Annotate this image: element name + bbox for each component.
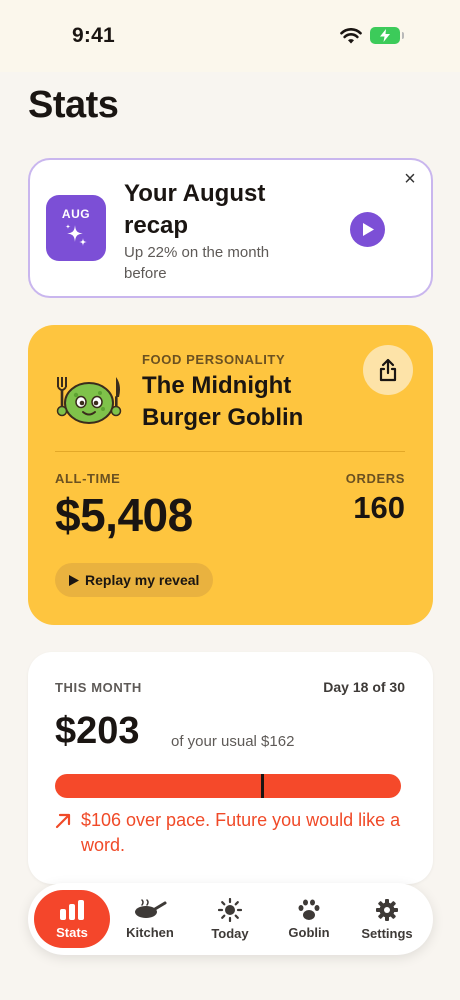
this-month-label: THIS MONTH [55,680,142,695]
sparkle-icon [65,224,87,246]
recap-badge-month: AUG [61,207,91,221]
food-personality-name: The Midnight Burger Goblin [142,372,304,431]
share-button[interactable] [363,345,413,395]
close-icon[interactable]: × [399,168,421,190]
orders-value: 160 [353,490,405,525]
tab-label: Settings [361,925,413,941]
tab-stats[interactable]: Stats [34,890,110,948]
divider [55,451,405,452]
sun-icon [218,897,242,922]
food-personality-card: FOOD PERSONALITY The Midnight Burger Gob… [28,325,433,625]
pace-warning: $106 over pace. Future you would like a … [55,808,405,858]
pan-icon [135,898,167,918]
bar-chart-icon [60,899,84,920]
recap-card[interactable]: AUG Your August recap Up 22% on the mont… [28,158,433,298]
gear-icon [376,898,398,921]
tab-goblin[interactable]: Goblin [271,890,347,948]
goblin-avatar-icon [56,377,122,424]
play-icon [69,574,79,586]
tab-settings[interactable]: Settings [349,890,425,948]
tab-label: Goblin [288,924,330,940]
status-bar: 9:41 [0,0,460,72]
replay-reveal-button[interactable]: Replay my reveal [55,563,214,597]
pace-warning-text: $106 over pace. Future you would like a … [81,810,401,855]
alltime-value: $5,408 [55,489,193,541]
month-spent-value: $203 [55,710,140,752]
page-title: Stats [28,84,119,126]
recap-title: Your August recap [124,180,266,239]
recap-play-button[interactable] [350,212,385,247]
battery-icon [370,27,404,44]
replay-reveal-label: Replay my reveal [85,572,200,588]
tab-kitchen[interactable]: Kitchen [112,890,188,948]
alltime-label: ALL-TIME [55,471,121,486]
tab-label: Stats [56,924,88,940]
tab-today[interactable]: Today [192,890,268,948]
this-month-card: THIS MONTH Day 18 of 30 $203 of your usu… [28,652,433,884]
play-icon [362,223,374,236]
trend-up-arrow-icon [55,813,71,829]
tab-label: Kitchen [126,924,174,940]
spend-progress-bar [55,774,401,798]
recap-month-badge: AUG [46,195,106,261]
tab-label: Today [211,925,249,941]
month-day-counter: Day 18 of 30 [323,679,405,695]
paw-icon [298,899,320,920]
orders-label: ORDERS [345,471,405,486]
pace-marker [261,774,264,798]
tab-bar: Stats Kitchen Today Goblin Settings [28,883,433,955]
status-icons [340,27,404,44]
recap-subtitle: Up 22% on the month before [124,244,270,282]
wifi-icon [340,27,362,43]
food-personality-label: FOOD PERSONALITY [142,352,286,367]
month-usual-text: of your usual $162 [171,733,295,750]
share-icon [379,358,397,382]
status-time: 9:41 [72,24,115,47]
